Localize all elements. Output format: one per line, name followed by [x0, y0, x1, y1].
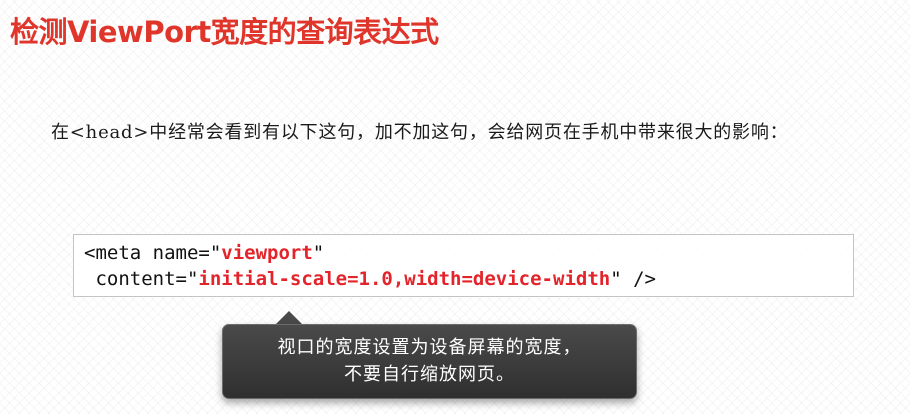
- callout-line-1: 视口的宽度设置为设备屏幕的宽度，: [277, 337, 582, 358]
- code-line-1: <meta name="viewport": [84, 240, 843, 266]
- callout-pointer: [275, 311, 303, 325]
- code-line-2-value: initial-scale=1.0,width=device-width: [198, 268, 611, 290]
- slide-title: 检测ViewPort宽度的查询表达式: [10, 15, 439, 49]
- code-box: <meta name="viewport" content="initial-s…: [73, 234, 854, 297]
- code-line-1-value: viewport: [221, 242, 313, 264]
- code-line-1-suffix: ": [312, 242, 325, 264]
- code-line-2-prefix: content=": [84, 268, 199, 290]
- code-line-2: content="initial-scale=1.0,width=device-…: [84, 266, 843, 292]
- callout-tooltip: 视口的宽度设置为设备屏幕的宽度， 不要自行缩放网页。: [222, 324, 637, 399]
- intro-text: 在<head>中经常会看到有以下这句，加不加这句，会给网页在手机中带来很大的影响…: [51, 122, 789, 143]
- code-line-1-prefix: <meta name=": [84, 242, 222, 264]
- callout-line-2: 不要自行缩放网页。: [344, 364, 515, 385]
- code-line-2-suffix: " />: [610, 268, 656, 290]
